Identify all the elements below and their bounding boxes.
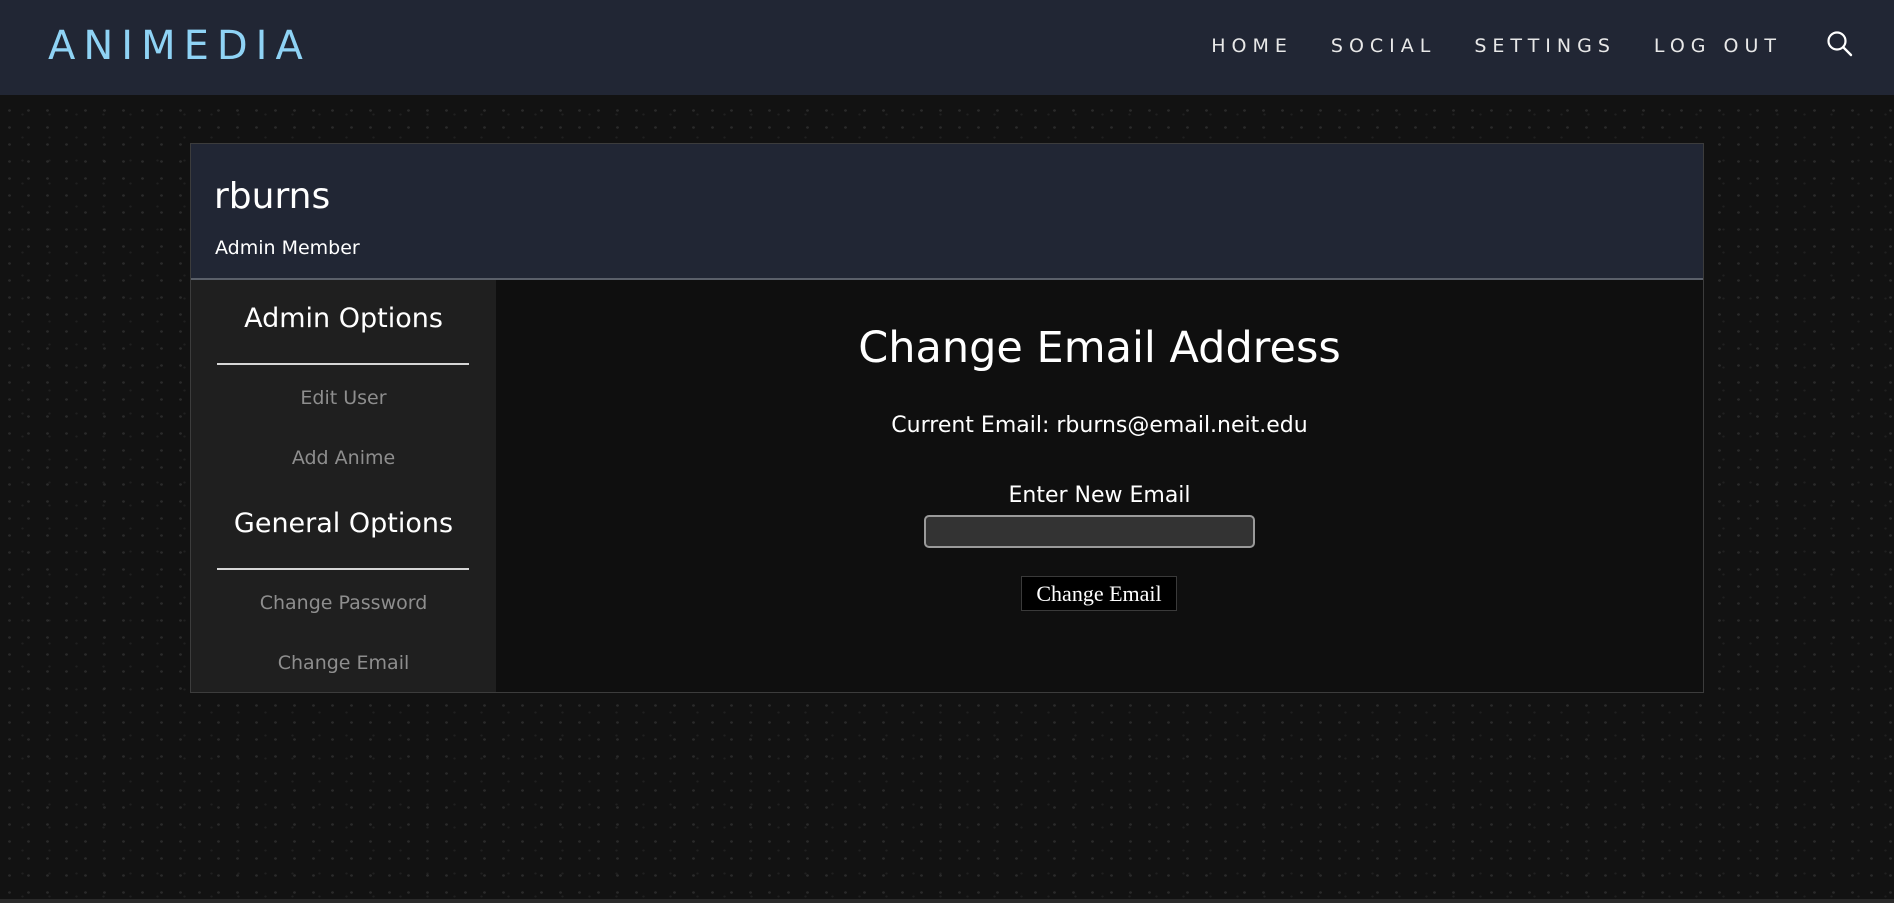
general-options-divider bbox=[217, 568, 469, 570]
profile-role: Admin Member bbox=[215, 237, 360, 259]
sidebar-item-change-email[interactable]: Change Email bbox=[191, 651, 496, 675]
options-sidebar: Admin Options Edit User Add Anime Genera… bbox=[191, 280, 496, 692]
profile-username: rburns bbox=[214, 176, 331, 217]
brand-logo[interactable]: ANIMEDIA bbox=[48, 22, 311, 70]
nav-links: HOME SOCIAL SETTINGS LOG OUT bbox=[1211, 34, 1782, 58]
sidebar-item-add-anime[interactable]: Add Anime bbox=[191, 446, 496, 470]
general-options-heading: General Options bbox=[233, 508, 454, 539]
nav-link-settings[interactable]: SETTINGS bbox=[1474, 34, 1616, 58]
admin-options-divider bbox=[217, 363, 469, 365]
nav-link-log-out[interactable]: LOG OUT bbox=[1654, 34, 1782, 58]
change-email-content: Change Email Address Current Email: rbur… bbox=[496, 280, 1703, 692]
sidebar-item-edit-user[interactable]: Edit User bbox=[191, 386, 496, 410]
sidebar-item-change-password[interactable]: Change Password bbox=[191, 591, 496, 615]
search-icon[interactable] bbox=[1826, 30, 1854, 58]
new-email-input[interactable] bbox=[924, 515, 1255, 548]
page-title: Change Email Address bbox=[858, 323, 1341, 373]
top-navbar: ANIMEDIA HOME SOCIAL SETTINGS LOG OUT bbox=[0, 0, 1894, 95]
change-email-button[interactable]: Change Email bbox=[1021, 576, 1177, 611]
profile-panel: rburns Admin Member Admin Options Edit U… bbox=[190, 143, 1704, 693]
nav-link-home[interactable]: HOME bbox=[1211, 34, 1293, 58]
profile-header: rburns Admin Member bbox=[191, 144, 1703, 280]
nav-link-social[interactable]: SOCIAL bbox=[1331, 34, 1436, 58]
admin-options-heading: Admin Options bbox=[244, 303, 443, 334]
new-email-label: Enter New Email bbox=[1008, 483, 1191, 508]
page-bottom-edge bbox=[0, 899, 1894, 903]
current-email-text: Current Email: rburns@email.neit.edu bbox=[891, 413, 1308, 438]
